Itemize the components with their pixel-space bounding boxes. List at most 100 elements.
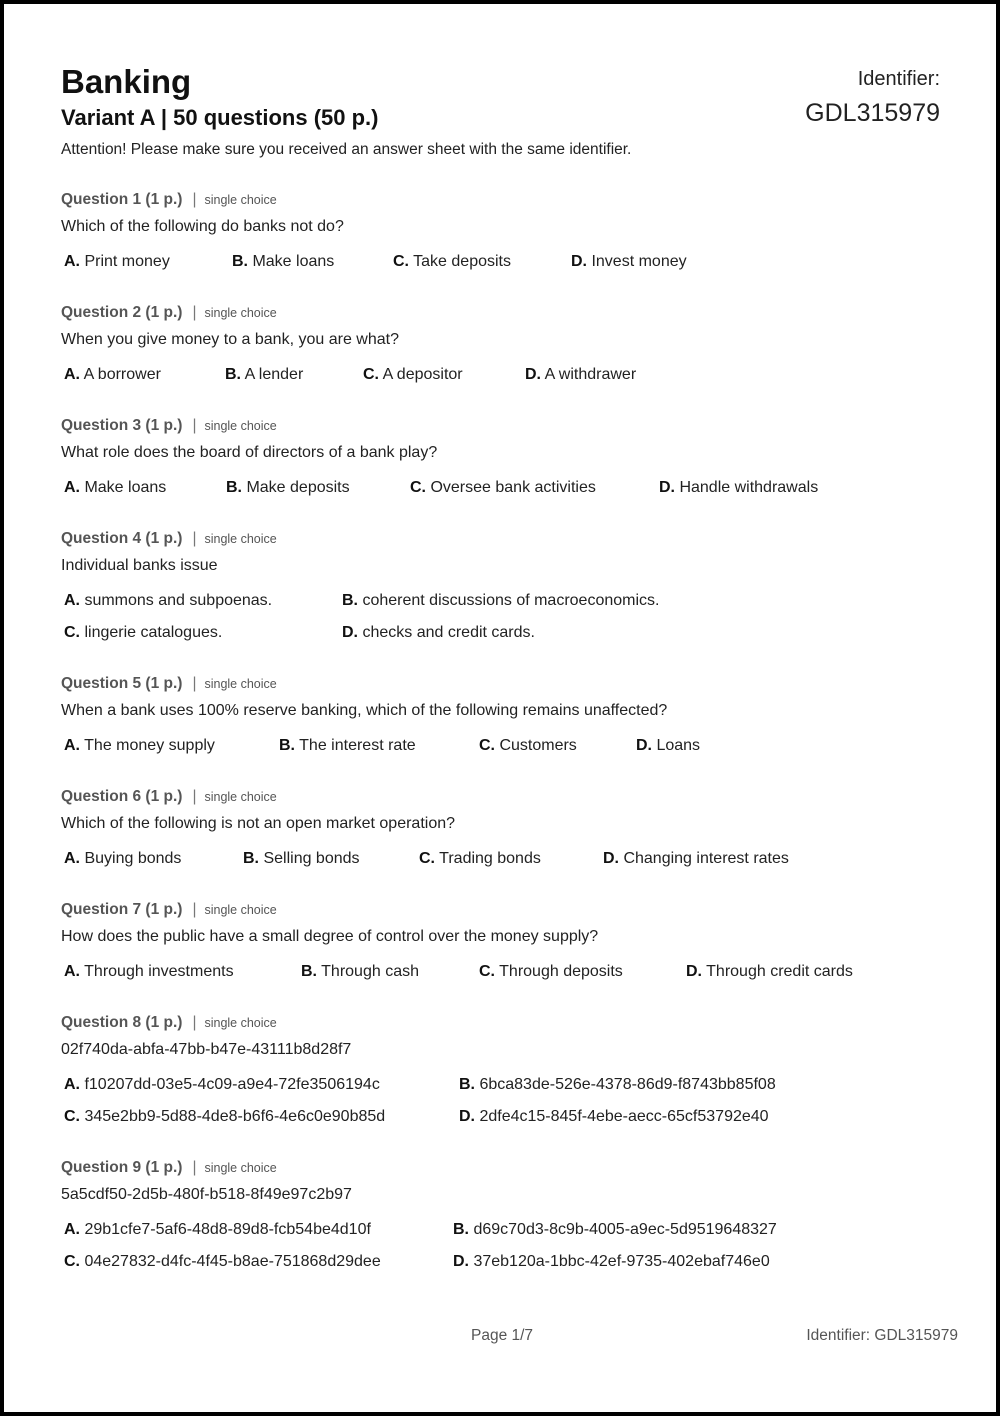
option-c[interactable]: C. Trading bonds bbox=[419, 849, 603, 869]
question-type: single choice bbox=[204, 532, 277, 546]
question-heading: Question 5 (1 p.) | single choice bbox=[61, 674, 941, 694]
option-c[interactable]: C. Take deposits bbox=[393, 252, 571, 272]
option-letter: B. bbox=[342, 592, 358, 609]
option-a[interactable]: A. Buying bonds bbox=[64, 849, 243, 869]
exam-page: Banking Variant A | 50 questions (50 p.)… bbox=[4, 4, 996, 1412]
option-letter: A. bbox=[64, 850, 80, 867]
option-letter: C. bbox=[64, 1253, 80, 1270]
option-letter: B. bbox=[226, 479, 242, 496]
options: A. The money supply B. The interest rate… bbox=[61, 736, 941, 756]
option-letter: A. bbox=[64, 366, 80, 383]
option-letter: B. bbox=[243, 850, 259, 867]
option-b[interactable]: B. The interest rate bbox=[279, 736, 479, 756]
question-2: Question 2 (1 p.) | single choice When you… bbox=[61, 303, 941, 385]
option-c[interactable]: C. lingerie catalogues. bbox=[64, 623, 342, 643]
option-a[interactable]: A. 29b1cfe7-5af6-48d8-89d8-fcb54be4d10f bbox=[64, 1220, 453, 1240]
question-5: Question 5 (1 p.) | single choice When a b… bbox=[61, 674, 941, 756]
option-a[interactable]: A. The money supply bbox=[64, 736, 279, 756]
option-b[interactable]: B. Through cash bbox=[301, 962, 479, 982]
option-a[interactable]: A. Print money bbox=[64, 252, 232, 272]
option-text: The interest rate bbox=[299, 737, 416, 754]
options: A. Through investments B. Through cash C… bbox=[61, 962, 941, 982]
option-text: Buying bonds bbox=[84, 850, 182, 867]
option-d[interactable]: D. 2dfe4c15-845f-4ebe-aecc-65cf53792e40 bbox=[459, 1107, 941, 1127]
question-heading: Question 1 (1 p.) | single choice bbox=[61, 190, 941, 210]
question-type: single choice bbox=[204, 790, 277, 804]
option-c[interactable]: C. A depositor bbox=[363, 365, 525, 385]
option-d[interactable]: D. Invest money bbox=[571, 252, 687, 272]
options: A. A borrower B. A lender C. A depositor… bbox=[61, 365, 941, 385]
separator: | bbox=[192, 304, 197, 321]
page-number: Page 1/7 bbox=[471, 1327, 534, 1344]
question-type: single choice bbox=[204, 1161, 277, 1175]
question-3: Question 3 (1 p.) | single choice What rol… bbox=[61, 416, 941, 498]
option-b[interactable]: B. 6bca83de-526e-4378-86d9-f8743bb85f08 bbox=[459, 1075, 941, 1095]
question-1: Question 1 (1 p.) | single choice Which of… bbox=[61, 190, 941, 272]
option-letter: A. bbox=[64, 963, 80, 980]
option-text: lingerie catalogues. bbox=[84, 624, 223, 641]
option-text: Handle withdrawals bbox=[679, 479, 819, 496]
option-d[interactable]: D. A withdrawer bbox=[525, 365, 636, 385]
option-text: Make deposits bbox=[246, 479, 350, 496]
option-a[interactable]: A. A borrower bbox=[64, 365, 225, 385]
option-d[interactable]: D. Handle withdrawals bbox=[659, 478, 818, 498]
question-4: Question 4 (1 p.) | single choice Individu… bbox=[61, 529, 941, 643]
question-heading: Question 7 (1 p.) | single choice bbox=[61, 900, 941, 920]
separator: | bbox=[192, 675, 197, 692]
option-c[interactable]: C. Through deposits bbox=[479, 962, 686, 982]
option-a[interactable]: A. Through investments bbox=[64, 962, 301, 982]
option-a[interactable]: A. f10207dd-03e5-4c09-a9e4-72fe3506194c bbox=[64, 1075, 459, 1095]
option-b[interactable]: B. d69c70d3-8c9b-4005-a9ec-5d9519648327 bbox=[453, 1220, 941, 1240]
option-text: Trading bonds bbox=[439, 850, 541, 867]
option-text: f10207dd-03e5-4c09-a9e4-72fe3506194c bbox=[84, 1076, 380, 1093]
option-d[interactable]: D. Changing interest rates bbox=[603, 849, 789, 869]
question-text: 5a5cdf50-2d5b-480f-b518-8f49e97c2b97 bbox=[61, 1186, 352, 1203]
options: A. Make loans B. Make deposits C. Overse… bbox=[61, 478, 941, 498]
option-letter: D. bbox=[459, 1108, 475, 1125]
option-b[interactable]: B. A lender bbox=[225, 365, 363, 385]
option-letter: B. bbox=[459, 1076, 475, 1093]
option-a[interactable]: A. summons and subpoenas. bbox=[64, 591, 342, 611]
option-letter: C. bbox=[479, 963, 495, 980]
question-number: Question 4 (1 p.) bbox=[61, 530, 183, 547]
option-d[interactable]: D. Through credit cards bbox=[686, 962, 853, 982]
option-text: A lender bbox=[244, 366, 304, 383]
option-letter: D. bbox=[659, 479, 675, 496]
option-letter: D. bbox=[603, 850, 619, 867]
option-text: 29b1cfe7-5af6-48d8-89d8-fcb54be4d10f bbox=[84, 1221, 371, 1238]
option-text: d69c70d3-8c9b-4005-a9ec-5d9519648327 bbox=[473, 1221, 777, 1238]
option-text: Make loans bbox=[252, 253, 335, 270]
option-d[interactable]: D. 37eb120a-1bbc-42ef-9735-402ebaf746e0 bbox=[453, 1252, 941, 1272]
option-b[interactable]: B. Make deposits bbox=[226, 478, 410, 498]
option-a[interactable]: A. Make loans bbox=[64, 478, 226, 498]
option-b[interactable]: B. coherent discussions of macroeconomic… bbox=[342, 591, 941, 611]
option-c[interactable]: C. 04e27832-d4fc-4f45-b8ae-751868d29dee bbox=[64, 1252, 453, 1272]
question-9: Question 9 (1 p.) | single choice 5a5cdf50… bbox=[61, 1158, 941, 1272]
option-text: Make loans bbox=[84, 479, 167, 496]
options: A. 29b1cfe7-5af6-48d8-89d8-fcb54be4d10f … bbox=[61, 1220, 941, 1272]
question-heading: Question 3 (1 p.) | single choice bbox=[61, 416, 941, 436]
option-d[interactable]: D. Loans bbox=[636, 736, 700, 756]
option-text: Print money bbox=[84, 253, 170, 270]
option-letter: D. bbox=[571, 253, 587, 270]
option-c[interactable]: C. 345e2bb9-5d88-4de8-b6f6-4e6c0e90b85d bbox=[64, 1107, 459, 1127]
question-number: Question 7 (1 p.) bbox=[61, 901, 183, 918]
option-letter: A. bbox=[64, 1076, 80, 1093]
option-b[interactable]: B. Selling bonds bbox=[243, 849, 419, 869]
option-text: Invest money bbox=[591, 253, 687, 270]
question-heading: Question 2 (1 p.) | single choice bbox=[61, 303, 941, 323]
option-b[interactable]: B. Make loans bbox=[232, 252, 393, 272]
question-type: single choice bbox=[204, 306, 277, 320]
option-letter: C. bbox=[410, 479, 426, 496]
option-d[interactable]: D. checks and credit cards. bbox=[342, 623, 941, 643]
option-text: A borrower bbox=[83, 366, 161, 383]
question-number: Question 3 (1 p.) bbox=[61, 417, 183, 434]
question-heading: Question 4 (1 p.) | single choice bbox=[61, 529, 941, 549]
option-letter: D. bbox=[636, 737, 652, 754]
option-text: Changing interest rates bbox=[623, 850, 789, 867]
question-text: 02f740da-abfa-47bb-b47e-43111b8d28f7 bbox=[61, 1041, 352, 1058]
question-type: single choice bbox=[204, 1016, 277, 1030]
option-c[interactable]: C. Customers bbox=[479, 736, 636, 756]
option-letter: A. bbox=[64, 1221, 80, 1238]
option-c[interactable]: C. Oversee bank activities bbox=[410, 478, 659, 498]
